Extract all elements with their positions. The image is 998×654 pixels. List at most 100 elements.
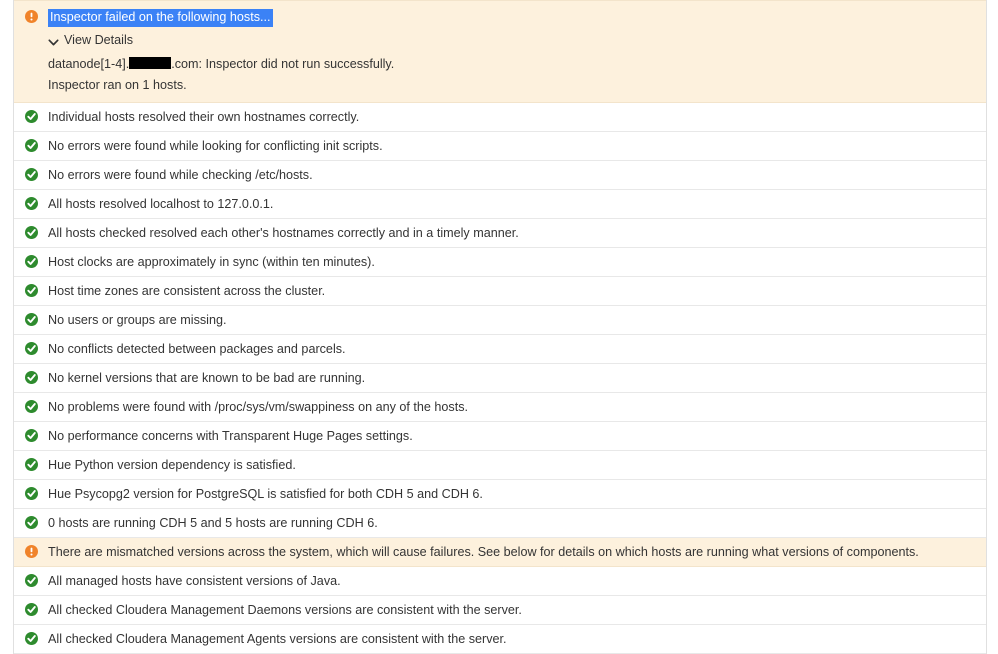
result-message: All hosts resolved localhost to 127.0.0.… (48, 196, 974, 212)
result-row: 0 hosts are running CDH 5 and 5 hosts ar… (14, 509, 986, 538)
result-row: Host time zones are consistent across th… (14, 277, 986, 306)
check-circle-icon (25, 632, 38, 645)
check-circle-icon (25, 371, 38, 384)
result-row: No performance concerns with Transparent… (14, 422, 986, 451)
result-row: No problems were found with /proc/sys/vm… (14, 393, 986, 422)
check-circle-icon (25, 255, 38, 268)
result-message-cell: There are mismatched versions across the… (48, 544, 986, 560)
check-circle-icon (25, 284, 38, 297)
result-message-cell: No errors were found while looking for c… (48, 138, 986, 154)
check-circle-icon (25, 313, 38, 326)
status-cell (14, 486, 48, 500)
result-message-cell: Hue Python version dependency is satisfi… (48, 457, 986, 473)
status-cell (14, 9, 48, 23)
check-circle-icon (25, 429, 38, 442)
result-message-cell: 0 hosts are running CDH 5 and 5 hosts ar… (48, 515, 986, 531)
result-message: 0 hosts are running CDH 5 and 5 hosts ar… (48, 515, 974, 531)
result-row: No conflicts detected between packages a… (14, 335, 986, 364)
result-row: No kernel versions that are known to be … (14, 364, 986, 393)
view-details-label: View Details (64, 32, 133, 48)
status-cell (14, 631, 48, 645)
status-cell (14, 544, 48, 558)
check-circle-icon (25, 110, 38, 123)
result-message-cell: No kernel versions that are known to be … (48, 370, 986, 386)
result-message: No performance concerns with Transparent… (48, 428, 974, 444)
inspector-run-summary: Inspector ran on 1 hosts. (48, 77, 974, 93)
status-cell (14, 457, 48, 471)
result-message-cell: All hosts resolved localhost to 127.0.0.… (48, 196, 986, 212)
result-row: All hosts resolved localhost to 127.0.0.… (14, 190, 986, 219)
result-message-cell: No problems were found with /proc/sys/vm… (48, 399, 986, 415)
failure-detail-suffix: .com: Inspector did not run successfully… (171, 57, 394, 71)
result-message: No users or groups are missing. (48, 312, 974, 328)
inspector-failure-row: Inspector failed on the following hosts.… (14, 0, 986, 103)
status-cell (14, 196, 48, 210)
result-message: Host time zones are consistent across th… (48, 283, 974, 299)
result-row: All managed hosts have consistent versio… (14, 567, 986, 596)
check-circle-icon (25, 342, 38, 355)
result-row: No errors were found while checking /etc… (14, 161, 986, 190)
result-message-cell: All managed hosts have consistent versio… (48, 573, 986, 589)
status-cell (14, 602, 48, 616)
result-row: Host clocks are approximately in sync (w… (14, 248, 986, 277)
host-inspector-results-list: Inspector failed on the following hosts.… (13, 0, 987, 654)
result-row: All checked Cloudera Management Agents v… (14, 625, 986, 654)
result-message: Hue Python version dependency is satisfi… (48, 457, 974, 473)
result-message-cell: Individual hosts resolved their own host… (48, 109, 986, 125)
check-circle-icon (25, 487, 38, 500)
failure-detail-line: datanode[1-4]. .com: Inspector did not ru… (48, 56, 974, 72)
result-message: Hue Psycopg2 version for PostgreSQL is s… (48, 486, 974, 502)
result-message-cell: No users or groups are missing. (48, 312, 986, 328)
result-message: No errors were found while looking for c… (48, 138, 974, 154)
status-cell (14, 312, 48, 326)
check-circle-icon (25, 139, 38, 152)
view-details-line: View Details (48, 32, 974, 51)
result-message-cell: Host time zones are consistent across th… (48, 283, 986, 299)
status-cell (14, 109, 48, 123)
result-message-cell: Hue Psycopg2 version for PostgreSQL is s… (48, 486, 986, 502)
warning-circle-icon (25, 545, 38, 558)
result-message-cell: All checked Cloudera Management Daemons … (48, 602, 986, 618)
result-message: All managed hosts have consistent versio… (48, 573, 974, 589)
status-cell (14, 167, 48, 181)
failure-message-cell: Inspector failed on the following hosts.… (48, 9, 986, 93)
result-row: Individual hosts resolved their own host… (14, 103, 986, 132)
failure-headline[interactable]: Inspector failed on the following hosts.… (48, 9, 273, 27)
result-message: Host clocks are approximately in sync (w… (48, 254, 974, 270)
result-row: No users or groups are missing. (14, 306, 986, 335)
result-message: There are mismatched versions across the… (48, 544, 974, 560)
result-message-cell: No errors were found while checking /etc… (48, 167, 986, 183)
check-circle-icon (25, 458, 38, 471)
check-circle-icon (25, 197, 38, 210)
result-message: All checked Cloudera Management Daemons … (48, 602, 974, 618)
result-message: No conflicts detected between packages a… (48, 341, 974, 357)
status-cell (14, 138, 48, 152)
status-cell (14, 370, 48, 384)
result-message: No kernel versions that are known to be … (48, 370, 974, 386)
status-cell (14, 283, 48, 297)
status-cell (14, 573, 48, 587)
warning-circle-icon (25, 10, 38, 23)
failure-headline-line: Inspector failed on the following hosts.… (48, 9, 974, 27)
check-circle-icon (25, 226, 38, 239)
result-row: There are mismatched versions across the… (14, 538, 986, 567)
result-message: All checked Cloudera Management Agents v… (48, 631, 974, 647)
view-details-toggle[interactable]: View Details (48, 32, 133, 48)
result-message-cell: All hosts checked resolved each other's … (48, 225, 986, 241)
result-row: All hosts checked resolved each other's … (14, 219, 986, 248)
result-message: No problems were found with /proc/sys/vm… (48, 399, 974, 415)
failure-detail-prefix: datanode[1-4]. (48, 57, 129, 71)
check-circle-icon (25, 603, 38, 616)
result-message: Individual hosts resolved their own host… (48, 109, 974, 125)
result-row: Hue Psycopg2 version for PostgreSQL is s… (14, 480, 986, 509)
result-message-cell: Host clocks are approximately in sync (w… (48, 254, 986, 270)
result-message-cell: No conflicts detected between packages a… (48, 341, 986, 357)
result-message: All hosts checked resolved each other's … (48, 225, 974, 241)
result-message-cell: All checked Cloudera Management Agents v… (48, 631, 986, 647)
result-message: No errors were found while checking /etc… (48, 167, 974, 183)
check-circle-icon (25, 400, 38, 413)
status-cell (14, 254, 48, 268)
redacted-hostname (129, 57, 171, 69)
result-row: All checked Cloudera Management Daemons … (14, 596, 986, 625)
result-message-cell: No performance concerns with Transparent… (48, 428, 986, 444)
